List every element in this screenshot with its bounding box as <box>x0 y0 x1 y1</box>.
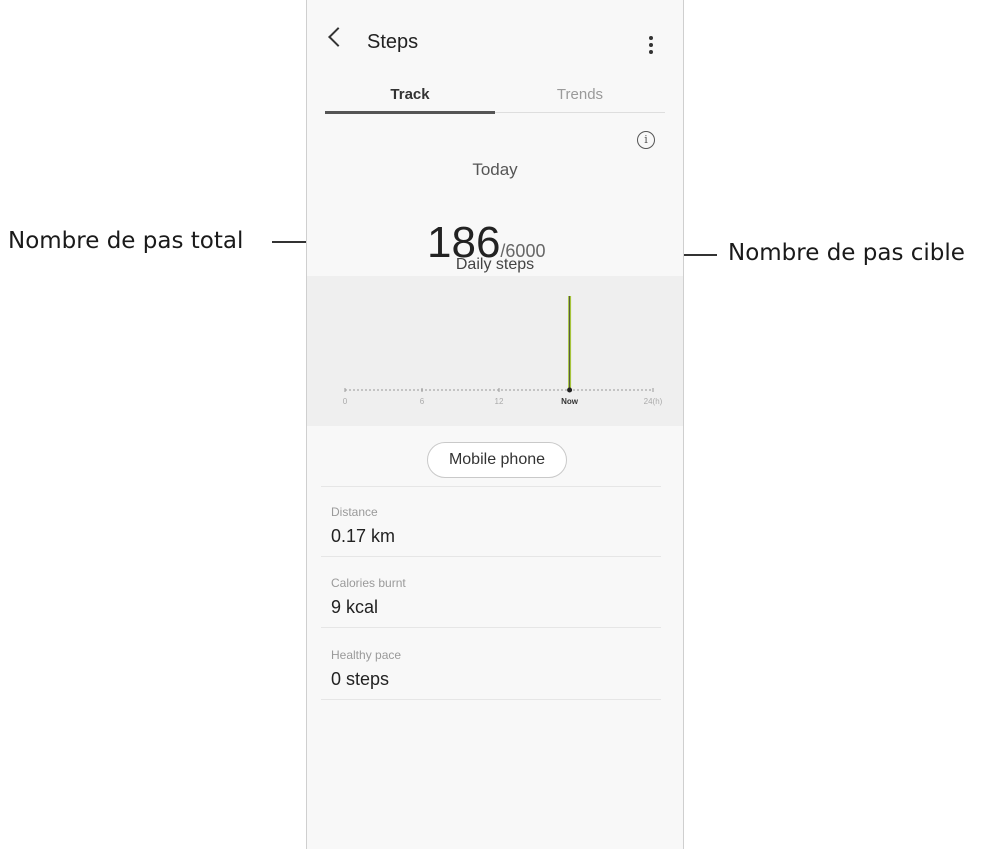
callout-goal-steps: Nombre de pas cible <box>728 240 965 266</box>
app-bar: Steps <box>307 0 683 80</box>
x-tick-label: 24(h) <box>644 397 663 406</box>
tab-trends[interactable]: Trends <box>495 86 665 103</box>
healthy-pace-label: Healthy pace <box>331 648 402 662</box>
calories-value: 9 kcal <box>331 597 379 617</box>
phone-screen: Steps Track Trends i Today 186/6000 Dail… <box>306 0 684 849</box>
more-vertical-icon[interactable] <box>641 34 661 56</box>
now-marker-dot <box>567 387 573 393</box>
page-title: Steps <box>367 31 419 53</box>
distance-value: 0.17 km <box>331 526 396 546</box>
day-label: Today <box>472 160 518 179</box>
healthy-pace-value: 0 steps <box>331 669 390 689</box>
tab-indicator <box>325 111 495 114</box>
x-tick-label: 0 <box>343 397 348 406</box>
calories-label: Calories burnt <box>331 576 406 590</box>
callout-total-steps: Nombre de pas total <box>8 228 244 254</box>
divider <box>321 556 661 557</box>
steps-chart-area: 0 6 12 Now 24(h) <box>307 276 683 426</box>
divider <box>321 699 661 700</box>
distance-label: Distance <box>331 505 378 519</box>
steps-chart: 0 6 12 Now 24(h) <box>343 296 663 406</box>
divider <box>321 627 661 628</box>
daily-steps-caption: Daily steps <box>455 256 535 273</box>
device-selector-button[interactable]: Mobile phone <box>427 442 567 478</box>
tab-track[interactable]: Track <box>325 86 495 103</box>
x-tick-label: Now <box>561 397 579 406</box>
x-tick-label: 12 <box>495 397 504 406</box>
x-tick-label: 6 <box>420 397 425 406</box>
tab-bar: Track Trends <box>325 80 665 114</box>
divider <box>321 486 661 487</box>
info-icon[interactable]: i <box>637 131 655 149</box>
chevron-left-icon[interactable] <box>328 27 348 47</box>
